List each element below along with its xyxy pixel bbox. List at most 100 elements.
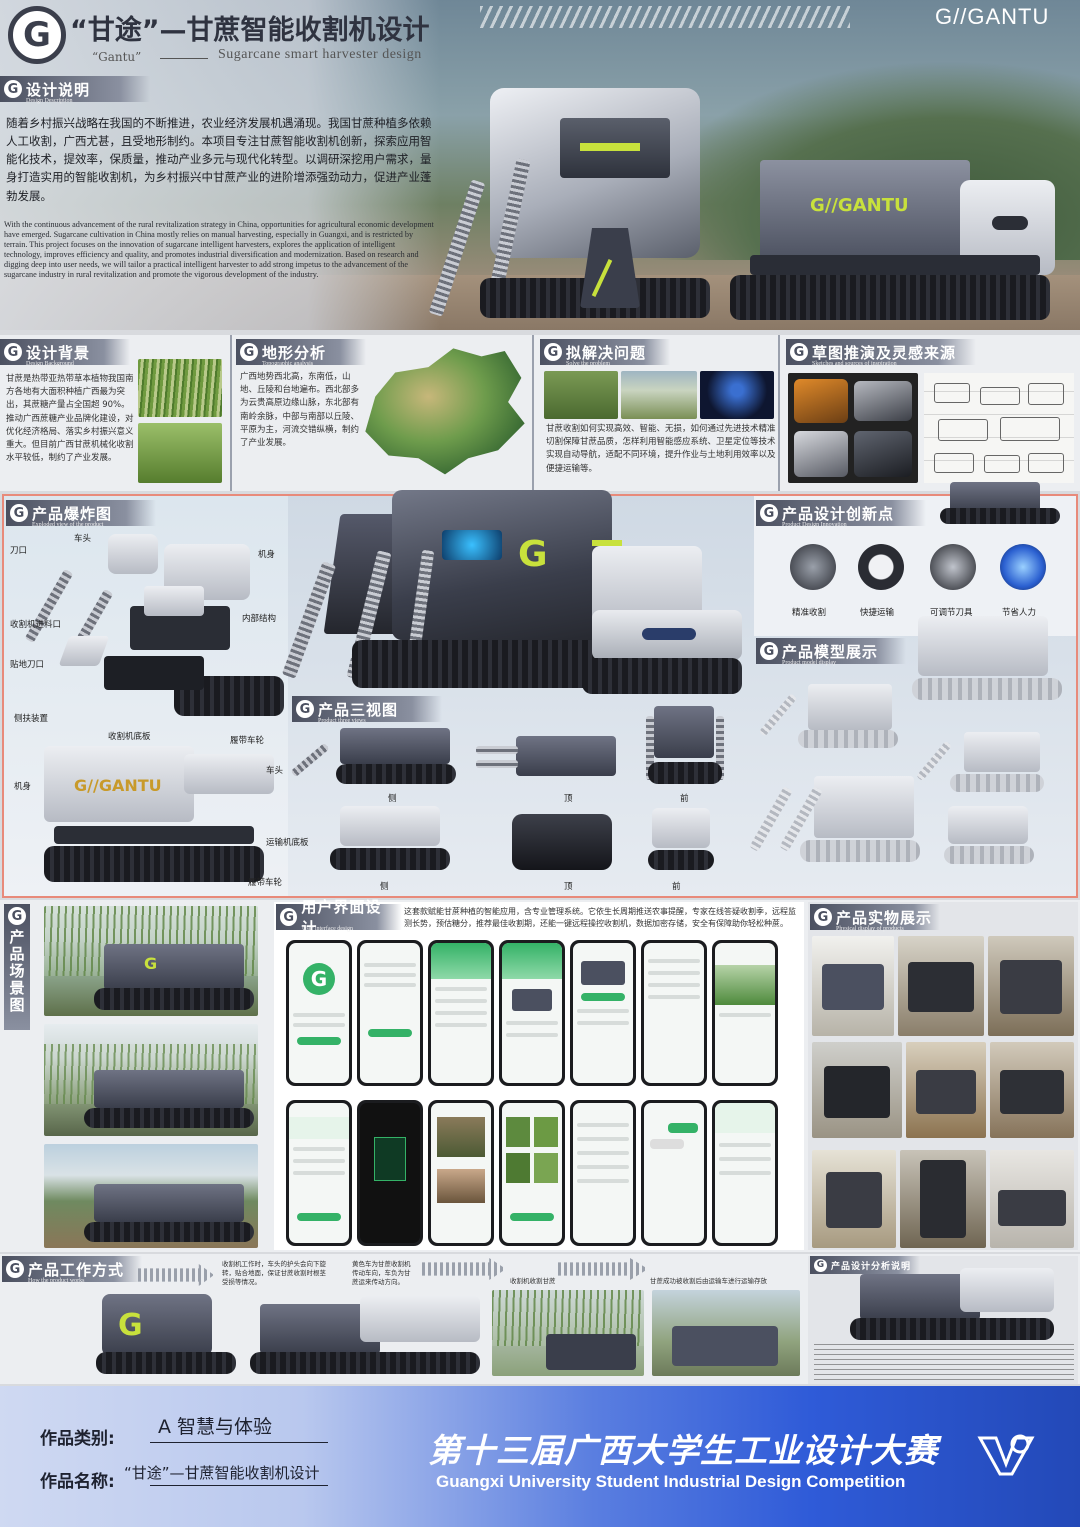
innovation-title: 产品设计创新点	[782, 504, 895, 523]
terrain-panel: G 地形分析 Topographic analysis 广西地势西北高，东南低，…	[234, 335, 534, 491]
physical-photo-4	[812, 1042, 902, 1138]
model-subtitle: Product model display	[782, 660, 836, 666]
model-white-harvester-3	[749, 770, 920, 866]
main-render: G	[281, 490, 752, 700]
design-intro-text-cn: 随着乡村振兴战略在我国的不断推进，农业经济发展机遇涌现。我国甘蔗种植多依赖人工收…	[6, 116, 432, 203]
app-screen-monitor	[712, 940, 778, 1086]
terrain-subtitle: Topographic analysis	[262, 361, 314, 367]
three-view-label-side: 侧	[388, 794, 397, 804]
section-g-icon: G	[814, 908, 832, 926]
section-g-icon: G	[8, 907, 26, 925]
physical-title: 产品实物展示	[836, 908, 933, 927]
background-header: G 设计背景 Design Background	[0, 339, 130, 367]
exploded-transporter: G//GANTU	[44, 746, 284, 886]
analysis-fine-text	[814, 1344, 1074, 1380]
three-view-label-side-2: 侧	[380, 882, 389, 892]
physical-photo-5	[906, 1042, 986, 1138]
guangxi-map	[365, 348, 525, 475]
brand-logo: G//GANTU	[935, 4, 1050, 29]
working-title: 产品工作方式	[28, 1260, 125, 1279]
physical-photo-9	[990, 1150, 1074, 1248]
model-title: 产品模型展示	[782, 642, 879, 661]
explode-label-harvester-base: 收割机底板	[108, 732, 151, 742]
analysis-render	[840, 1268, 1060, 1342]
three-view-transport-front	[648, 808, 714, 872]
exploded-harvester	[24, 526, 284, 746]
section-g-icon: G	[240, 343, 258, 361]
working-header: G 产品工作方式 How the product works	[2, 1256, 142, 1284]
app-screen-profile	[712, 1100, 778, 1246]
sketch-drawings	[924, 373, 1074, 483]
competition-title-cn: 第十三届广西大学生工业设计大赛	[428, 1431, 938, 1470]
problem-header: G 拟解决问题 Solve the problem	[540, 339, 670, 367]
section-g-icon: G	[760, 504, 778, 522]
three-view-title: 产品三视图	[318, 700, 399, 719]
competition-title-en: Guangxi University Student Industrial De…	[436, 1472, 906, 1491]
working-step-1: 收割机工作时，车头的护头会向下旋转，贴合地面，保证甘蔗收割时根茎受损等情况。	[222, 1260, 326, 1287]
problem-photo-field	[621, 371, 697, 419]
section-g-icon: G	[6, 1260, 24, 1278]
working-photo-2	[652, 1290, 800, 1376]
explode-header: G 产品爆炸图 Exploded view of the product	[6, 500, 156, 528]
explode-label-track-1: 履带车轮	[230, 736, 265, 746]
logo-g-icon: G	[23, 15, 51, 55]
model-white-transporter-2	[944, 806, 1034, 866]
explode-label-transport-base: 运输机底板	[266, 838, 309, 848]
three-view-harvester-side	[290, 728, 460, 788]
three-view-harvester-top	[476, 730, 626, 786]
explode-label-feed: 收割机进料口	[10, 620, 62, 630]
working-harvester-1: G	[96, 1290, 236, 1376]
innovation-item-transport: 快捷运输	[860, 608, 895, 618]
terrain-header: G 地形分析 Topographic analysis	[236, 339, 366, 367]
app-screen-login: G	[286, 940, 352, 1086]
innovation-labor-icon	[1000, 544, 1046, 590]
physical-photo-6	[990, 1042, 1074, 1138]
physical-photo-1	[812, 936, 894, 1036]
background-text: 甘蔗是热带亚热带草本植物我国南方各地有大面积种植广西最为突出，其蔗糖产量占全国超…	[6, 374, 134, 464]
footer-name-value: “甘途”—甘蔗智能收割机设计	[124, 1464, 320, 1482]
problem-panel: G 拟解决问题 Solve the problem 甘蔗收割如何实现高效、智能、…	[536, 335, 780, 491]
ui-text: 这套款赋能甘蔗种植的智能应用，含专业管理系统。它依生长周期推送农事提醒，专家在线…	[404, 907, 796, 928]
three-view-label-top: 顶	[564, 794, 573, 804]
problem-subtitle: Solve the problem	[566, 361, 610, 367]
scene-header: G 产品场景图	[4, 904, 30, 1030]
innovation-transport-icon	[858, 544, 904, 590]
ui-subtitle: User interface design	[302, 926, 353, 932]
transporter-brand: G//GANTU	[810, 195, 909, 216]
explode-panel: G 产品爆炸图 Exploded view of the product G//…	[4, 496, 309, 896]
model-white-transporter	[912, 616, 1062, 702]
model-white-harvester-2	[916, 730, 1044, 794]
scene-photo-2	[44, 1024, 258, 1136]
explode-label-body: 机身	[258, 550, 276, 560]
explode-label-body-2: 机身	[14, 782, 32, 792]
sketch-header: G 草图推演及灵感来源 Sketches and sources of insp…	[786, 339, 976, 367]
app-screen-register	[357, 940, 423, 1086]
sugarcane-photo-2	[138, 423, 222, 483]
app-screen-identify	[428, 1100, 494, 1246]
explode-label-head: 车头	[74, 534, 92, 544]
app-screen-device	[499, 940, 565, 1086]
working-step-2: 黄色车为甘蔗收割机传动车向，车负为甘蔗运来传动方向。	[352, 1260, 411, 1287]
innovation-item-precise: 精准收割	[792, 608, 827, 618]
footer-category-label: 作品类别:	[40, 1429, 115, 1449]
footer-category-value: A 智慧与体验	[158, 1416, 273, 1438]
innovation-header: G 产品设计创新点 Product Design Innovation	[756, 500, 926, 528]
innovation-blade-icon	[930, 544, 976, 590]
competition-logo-icon	[976, 1428, 1036, 1478]
scene-photo-1: G	[44, 906, 258, 1016]
three-view-label-front: 前	[680, 794, 689, 804]
app-screen-data	[286, 1100, 352, 1246]
subtitle-divider	[160, 58, 208, 59]
physical-subtitle: Physical display of products	[836, 926, 904, 932]
page-subtitle-en: Sugarcane smart harvester design	[218, 47, 422, 62]
section-g-icon: G	[10, 504, 28, 522]
inspiration-collage	[788, 373, 918, 483]
section-g-icon: G	[814, 1258, 827, 1272]
app-screen-chat	[641, 1100, 707, 1246]
app-screen-home	[428, 940, 494, 1086]
page-subtitle-cn: “Gantu”	[92, 50, 142, 64]
section-g-icon: G	[790, 343, 808, 361]
section-g-icon: G	[296, 700, 314, 718]
three-view-label-front-2: 前	[672, 882, 681, 892]
problem-text: 甘蔗收割如何实现高效、智能、无损，如何通过先进技术精准切割保障甘蔗品质，怎样利用…	[546, 424, 776, 474]
